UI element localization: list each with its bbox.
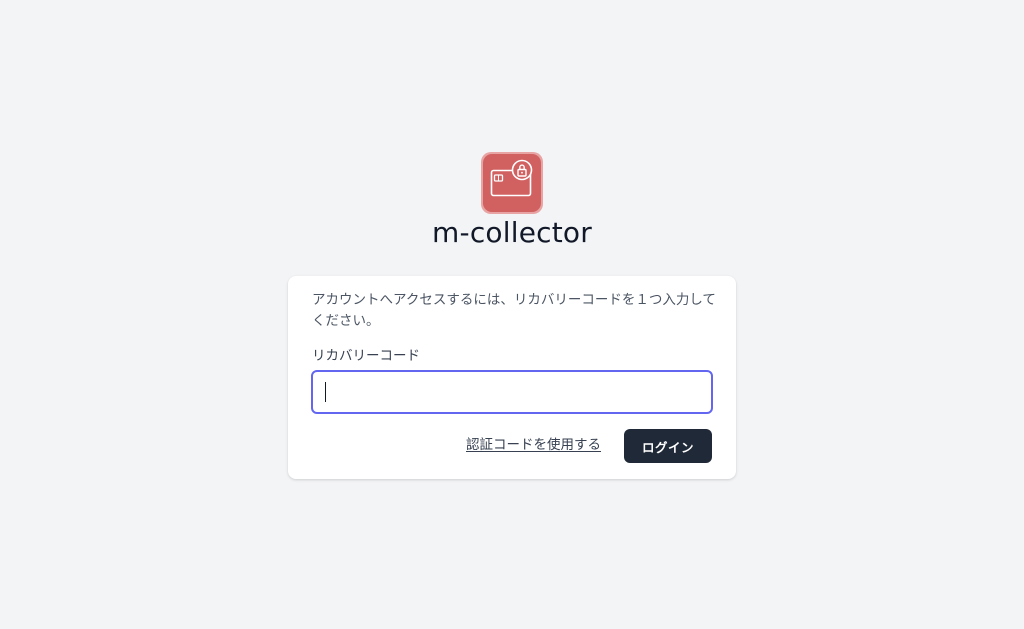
use-auth-code-link[interactable]: 認証コードを使用する bbox=[466, 434, 601, 456]
instructions-text: アカウントへアクセスするには、リカバリーコードを１つ入力してください。 bbox=[312, 292, 716, 329]
login-button[interactable]: ログイン bbox=[624, 429, 712, 463]
app-name: m-collector bbox=[432, 216, 592, 249]
text-caret bbox=[325, 382, 326, 402]
recovery-code-label: リカバリーコード bbox=[312, 348, 420, 364]
recovery-code-input[interactable] bbox=[311, 370, 713, 414]
app-logo bbox=[480, 151, 544, 215]
login-page: m-collector アカウントへアクセスするには、リカバリーコードを１つ入力… bbox=[0, 0, 1024, 629]
card-lock-icon bbox=[481, 152, 543, 214]
login-card: アカウントへアクセスするには、リカバリーコードを１つ入力してください。 リカバリ… bbox=[288, 276, 736, 479]
